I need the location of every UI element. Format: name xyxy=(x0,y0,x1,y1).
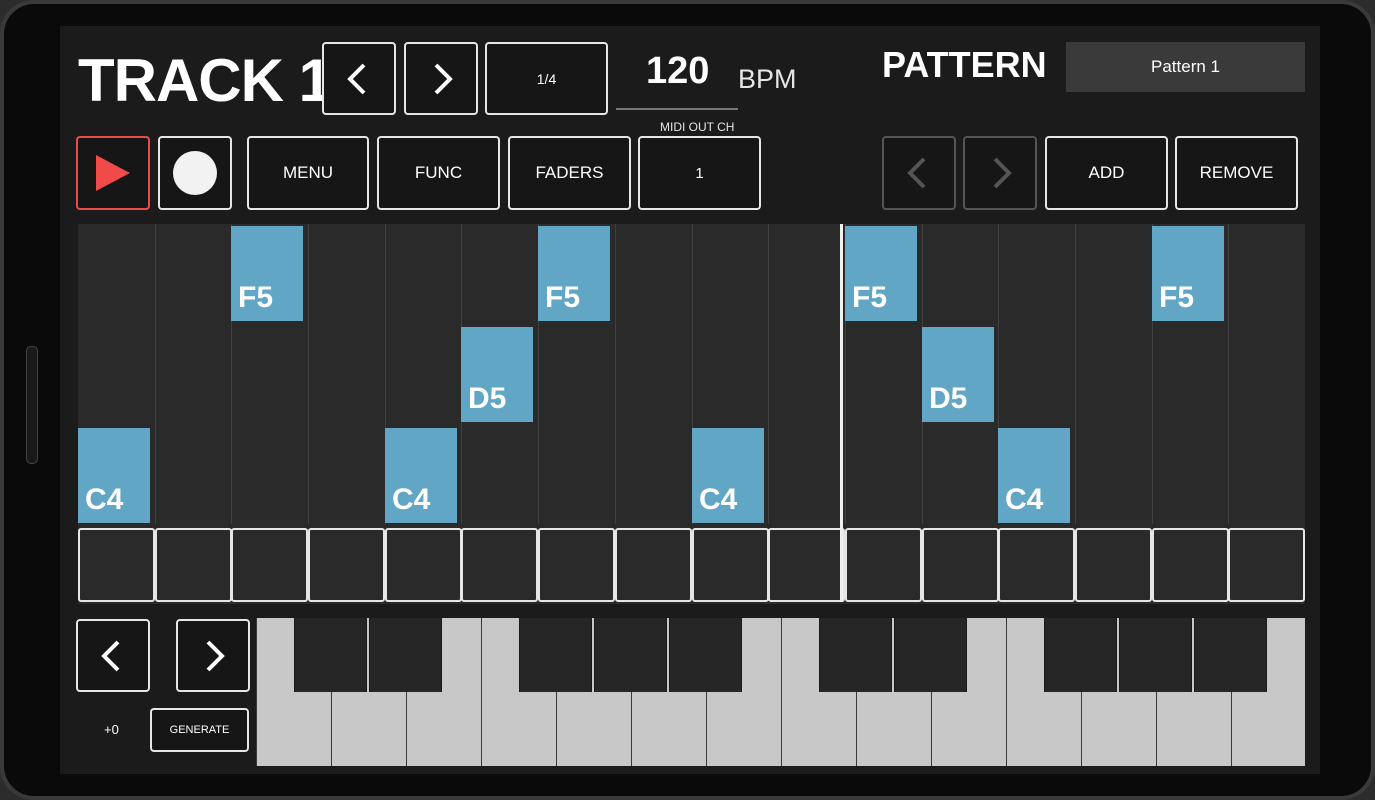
device-frame: TRACK 1 1/4 120 BPM MIDI OUT CH PATTERN … xyxy=(0,0,1375,800)
bpm-underline xyxy=(616,108,738,110)
note-block[interactable]: F5 xyxy=(1152,226,1224,321)
playhead xyxy=(840,224,843,602)
bpm-label: BPM xyxy=(738,64,797,94)
note-block[interactable]: C4 xyxy=(78,428,150,523)
step-button[interactable] xyxy=(385,528,462,602)
pattern-selector[interactable]: Pattern 1 xyxy=(1066,42,1305,92)
black-key[interactable] xyxy=(294,618,367,692)
grid-column-divider xyxy=(308,224,309,524)
note-block[interactable]: F5 xyxy=(845,226,917,321)
func-button[interactable]: FUNC xyxy=(377,136,500,210)
piano-keyboard[interactable] xyxy=(256,618,1305,766)
white-key-divider xyxy=(481,618,482,766)
grid-column-divider xyxy=(1075,224,1076,524)
track-title: TRACK 1 xyxy=(78,47,332,114)
black-key[interactable] xyxy=(594,618,667,692)
app-screen: TRACK 1 1/4 120 BPM MIDI OUT CH PATTERN … xyxy=(60,26,1320,774)
step-button[interactable] xyxy=(1228,528,1305,602)
play-icon xyxy=(96,155,130,191)
chevron-left-icon xyxy=(101,640,120,671)
add-pattern-button[interactable]: ADD xyxy=(1045,136,1168,210)
step-button[interactable] xyxy=(231,528,308,602)
menu-button[interactable]: MENU xyxy=(247,136,369,210)
midi-out-label: MIDI OUT CH xyxy=(660,120,735,134)
white-key-divider xyxy=(256,618,257,766)
step-button[interactable] xyxy=(1152,528,1229,602)
note-block[interactable]: D5 xyxy=(461,327,533,422)
chevron-left-icon xyxy=(347,63,366,94)
play-button[interactable] xyxy=(76,136,150,210)
black-key[interactable] xyxy=(669,618,742,692)
octave-up-button[interactable] xyxy=(176,619,250,692)
chevron-left-icon xyxy=(907,157,926,189)
note-block[interactable]: C4 xyxy=(998,428,1070,523)
black-key[interactable] xyxy=(369,618,442,692)
note-block[interactable]: C4 xyxy=(692,428,764,523)
record-button[interactable] xyxy=(158,136,232,210)
step-button[interactable] xyxy=(461,528,538,602)
generate-button[interactable]: GENERATE xyxy=(150,708,249,752)
chevron-right-icon xyxy=(993,157,1012,189)
black-key[interactable] xyxy=(819,618,892,692)
note-block[interactable]: F5 xyxy=(538,226,610,321)
black-key[interactable] xyxy=(894,618,967,692)
step-button[interactable] xyxy=(78,528,155,602)
next-track-button[interactable] xyxy=(404,42,478,115)
black-key[interactable] xyxy=(1119,618,1192,692)
prev-track-button[interactable] xyxy=(322,42,396,115)
step-button[interactable] xyxy=(692,528,769,602)
pattern-label: PATTERN xyxy=(882,44,1047,85)
step-button[interactable] xyxy=(308,528,385,602)
step-button[interactable] xyxy=(1075,528,1152,602)
step-button[interactable] xyxy=(768,528,845,602)
step-button[interactable] xyxy=(922,528,999,602)
prev-pattern-button[interactable] xyxy=(882,136,956,210)
division-button[interactable]: 1/4 xyxy=(485,42,608,115)
next-pattern-button[interactable] xyxy=(963,136,1037,210)
remove-pattern-button[interactable]: REMOVE xyxy=(1175,136,1298,210)
grid-column-divider xyxy=(768,224,769,524)
step-button[interactable] xyxy=(845,528,922,602)
device-side-button xyxy=(26,346,38,464)
step-button[interactable] xyxy=(155,528,232,602)
bpm-value[interactable]: 120 xyxy=(646,50,709,93)
note-block[interactable]: F5 xyxy=(231,226,303,321)
black-key[interactable] xyxy=(1194,618,1267,692)
grid-column-divider xyxy=(615,224,616,524)
black-key[interactable] xyxy=(1044,618,1117,692)
octave-offset-label: +0 xyxy=(104,722,119,737)
faders-button[interactable]: FADERS xyxy=(508,136,631,210)
grid-column-divider xyxy=(155,224,156,524)
sequencer-grid[interactable]: C4 F5 C4 D5 F5 C4 F5 D5 C4 F5 xyxy=(78,224,1305,604)
step-button[interactable] xyxy=(615,528,692,602)
step-button[interactable] xyxy=(538,528,615,602)
octave-down-button[interactable] xyxy=(76,619,150,692)
grid-column-divider xyxy=(1228,224,1229,524)
step-button[interactable] xyxy=(998,528,1075,602)
record-icon xyxy=(173,151,217,195)
note-block[interactable]: D5 xyxy=(922,327,994,422)
midi-channel-button[interactable]: 1 xyxy=(638,136,761,210)
white-key-divider xyxy=(1006,618,1007,766)
note-block[interactable]: C4 xyxy=(385,428,457,523)
white-key-divider xyxy=(781,618,782,766)
black-key[interactable] xyxy=(519,618,592,692)
chevron-right-icon xyxy=(434,63,453,94)
chevron-right-icon xyxy=(206,640,225,671)
